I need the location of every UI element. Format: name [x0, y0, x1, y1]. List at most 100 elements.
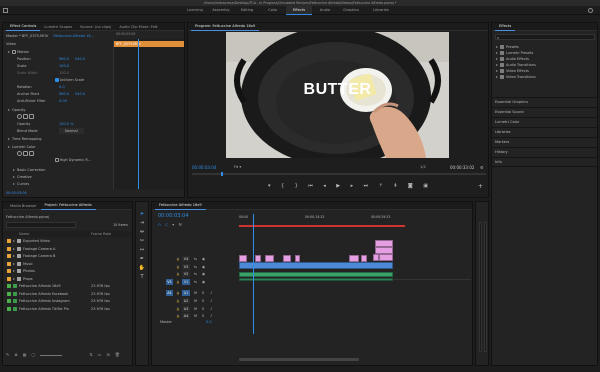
tab-effect-controls[interactable]: Effect Controls [6, 23, 41, 31]
eye-icon[interactable]: ◉ [202, 271, 205, 277]
effect-controls-timecode[interactable]: 00:00:03:04 [6, 191, 27, 195]
timeline-playhead[interactable] [253, 214, 254, 334]
play-icon[interactable]: ▶ [336, 183, 340, 189]
anchor-x-value[interactable]: 960.0 [59, 91, 69, 97]
workspace-tab[interactable]: Learning [182, 6, 208, 15]
expand-icon[interactable] [13, 270, 15, 272]
eye-icon[interactable]: ◉ [202, 256, 205, 262]
program-timecode-right[interactable]: 00:00:33:02 [450, 165, 474, 170]
timeline-clip[interactable] [255, 255, 261, 262]
microphone-icon[interactable]: ♪ [210, 298, 212, 304]
checkbox-icon[interactable] [55, 158, 59, 162]
selection-tool-icon[interactable]: ➤ [140, 211, 144, 217]
label-color-swatch[interactable] [7, 299, 11, 303]
extract-icon[interactable]: ⇞ [393, 183, 397, 189]
mute-icon[interactable]: M [194, 290, 197, 296]
opacity-value[interactable]: 100.0 % [59, 121, 73, 127]
panel-section[interactable]: Essential Sound [492, 107, 597, 117]
project-item[interactable]: Footage Camera B [3, 253, 132, 259]
workspace-tab[interactable]: Libraries [364, 6, 398, 15]
add-marker-icon[interactable]: ▾ [172, 222, 174, 227]
tab-lumetri-scopes[interactable]: Lumetri Scopes [40, 23, 76, 31]
position-y-value[interactable]: 540.0 [75, 56, 85, 62]
master-value[interactable]: 0.0 [206, 319, 212, 325]
timeline-ruler[interactable]: 00:00 00:00:14:23 00:00:29:23 [239, 213, 471, 229]
expand-icon[interactable] [8, 109, 10, 111]
program-timecode-left[interactable]: 00:00:03:04 [192, 165, 216, 170]
snap-icon[interactable]: ∩ [158, 222, 161, 227]
compare-icon[interactable]: ▣ [423, 183, 428, 189]
lock-icon[interactable]: 🔒 [176, 298, 180, 304]
audio-track-header[interactable]: 🔒 A3 M S ♪ [166, 305, 236, 312]
mute-icon[interactable]: M [194, 306, 197, 312]
lift-icon[interactable]: ⇡ [379, 183, 383, 189]
sync-lock-icon[interactable]: ⇆ [194, 279, 197, 285]
sort-icon[interactable]: ⇅ [89, 352, 92, 360]
col-name[interactable]: Name [19, 232, 29, 236]
source-clip-label[interactable]: Master * BFF_0375.MOV [6, 34, 48, 38]
panel-section[interactable]: History [492, 147, 597, 157]
ripple-edit-tool-icon[interactable]: ⇹ [140, 229, 144, 235]
position-x-value[interactable]: 960.0 [59, 56, 69, 62]
tab-program[interactable]: Program: Fettuccine Alfredo 16x9 [191, 23, 260, 31]
video-track-header[interactable]: 🔒 V4 ⇆ ◉ [166, 256, 236, 262]
step-back-icon[interactable]: ◂ [323, 183, 326, 189]
solo-icon[interactable]: S [202, 298, 204, 304]
work-area-bar[interactable] [239, 225, 405, 227]
project-item[interactable]: Music [3, 261, 132, 267]
project-item[interactable]: Footage Camera A [3, 246, 132, 252]
rectangle-mask-icon[interactable] [23, 113, 29, 119]
label-color-swatch[interactable] [7, 254, 11, 258]
expand-icon[interactable] [8, 138, 10, 140]
step-forward-icon[interactable]: ▸ [351, 183, 354, 189]
expand-icon[interactable] [13, 262, 15, 265]
expand-icon[interactable] [13, 247, 15, 250]
antiflicker-value[interactable]: 0.00 [59, 98, 67, 104]
audio-track-header[interactable]: 🔒 A2 M S ♪ [166, 298, 236, 304]
mute-icon[interactable]: M [194, 298, 197, 304]
add-button-icon[interactable]: + [478, 183, 483, 190]
pen-mask-icon[interactable] [29, 150, 35, 156]
timeline-clip[interactable] [379, 254, 393, 261]
camera-icon[interactable]: ◙ [408, 183, 413, 189]
source-patch[interactable]: A1 [166, 290, 173, 297]
expand-icon[interactable] [13, 240, 15, 242]
timeline-clip[interactable] [295, 255, 300, 262]
slip-tool-icon[interactable]: ↔ [140, 247, 144, 253]
scale-width-value[interactable]: 100.0 [59, 70, 69, 76]
project-item[interactable]: Fettuccine Alfredo 16x9 23.976 fps [3, 283, 132, 289]
project-item[interactable]: Fettuccine Alfredo Facebook 23.976 fps [3, 291, 132, 297]
mark-in-icon[interactable]: { [281, 183, 284, 189]
video-track-header[interactable]: V1 🔒 V1 ⇆ ◉ [166, 278, 236, 285]
panel-section[interactable]: Markers [492, 137, 597, 147]
timeline-clip[interactable] [239, 278, 393, 281]
marker-icon[interactable]: ▾ [268, 183, 271, 189]
panel-section[interactable]: Lumetri Color [492, 117, 597, 127]
checkbox-icon[interactable] [55, 78, 59, 82]
timeline-clip[interactable] [265, 255, 274, 262]
expand-icon[interactable] [13, 183, 15, 185]
freeform-view-icon[interactable]: ▢ [32, 352, 36, 360]
lock-icon[interactable]: 🔒 [176, 264, 180, 270]
video-track-header[interactable]: 🔒 V2 ⇆ ◉ [166, 271, 236, 278]
panel-section[interactable]: Libraries [492, 127, 597, 137]
project-search-input[interactable] [6, 222, 76, 228]
timeline-clip[interactable] [361, 255, 367, 262]
tab-media-browser[interactable]: Media Browser [6, 202, 41, 210]
sync-lock-icon[interactable]: ⇆ [194, 264, 197, 270]
new-item-icon[interactable]: ⊞ [106, 352, 109, 360]
timeline-clip[interactable] [239, 255, 247, 262]
timeline-scrollbar[interactable] [239, 358, 359, 361]
microphone-icon[interactable]: ♪ [210, 306, 212, 312]
pen-tool-icon[interactable]: ✒ [140, 256, 144, 262]
solo-icon[interactable]: S [202, 290, 204, 296]
icon-view-icon[interactable]: ▦ [23, 352, 27, 360]
search-icon[interactable] [588, 8, 593, 13]
project-item[interactable]: Photos [3, 268, 132, 274]
lock-icon[interactable]: 🔒 [176, 271, 180, 277]
settings-icon[interactable]: ⚙ [480, 165, 484, 170]
hand-tool-icon[interactable]: ✋ [139, 265, 145, 271]
label-color-swatch[interactable] [7, 284, 11, 288]
expand-icon[interactable] [13, 169, 15, 171]
timeline-clip[interactable] [283, 255, 291, 262]
